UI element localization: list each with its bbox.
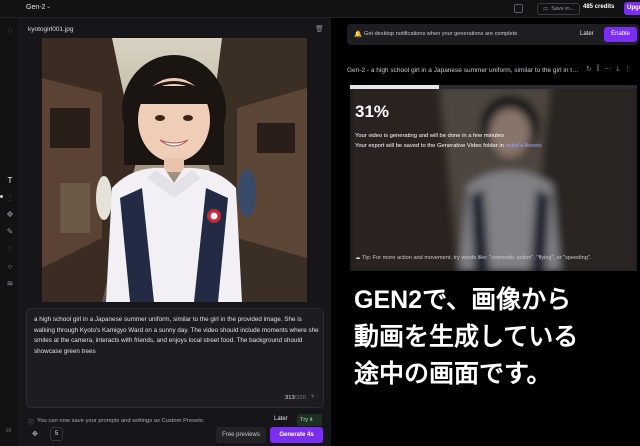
prompt-input[interactable]: a high school girl in a Japanese summer … xyxy=(26,308,324,408)
save-in-label: Save in... xyxy=(551,5,575,12)
split-icon[interactable]: ⫿ xyxy=(597,65,599,73)
chevron-down-icon[interactable]: ⌄ xyxy=(46,3,51,10)
folder-small-icon: ▭ xyxy=(543,5,549,12)
generation-preview: 31% Your video is generating and will be… xyxy=(350,85,637,271)
caption-line-3: 途中の画面です。 xyxy=(354,360,552,388)
generate-button[interactable]: Generate 4s xyxy=(270,427,323,443)
status-line-2-text: Your export will be saved to the Generat… xyxy=(355,143,506,149)
notification-banner: 🔔 Get desktop notifications when your ge… xyxy=(347,24,639,45)
more-icon[interactable]: ⋯ xyxy=(604,65,611,73)
top-bar: Gen-2 ⌄ ▭ Save in... 485 credits Upgrade xyxy=(0,0,640,18)
tip-icon: ☁ xyxy=(355,255,363,261)
motion-brush-icon[interactable]: ✥ xyxy=(32,430,38,438)
bell-icon: 🔔 xyxy=(354,31,363,38)
motion-icon[interactable]: ✥ xyxy=(5,210,15,220)
folder-icon[interactable] xyxy=(514,4,523,13)
upgrade-button[interactable]: Upgrade xyxy=(624,2,640,15)
rail-bottom-label: -16 xyxy=(4,428,12,434)
progress-percent: 31% xyxy=(355,102,390,121)
progress-fill xyxy=(350,85,439,89)
file-name: kyotogirl001.jpg xyxy=(28,26,74,33)
progress-bar xyxy=(350,85,637,89)
lightbulb-icon[interactable]: ♀ xyxy=(310,393,315,400)
left-rail: ◌ T ⫶ ✥ ✎ ◌ ○ ≋ -16 xyxy=(0,18,20,446)
tip-text: ☁ Tip: For more action and movement, try… xyxy=(355,255,591,261)
prompt-text[interactable]: a high school girl in a Japanese summer … xyxy=(34,315,320,357)
bottom-bar: ✥ 5 Free previews Generate 4s xyxy=(20,423,331,446)
generation-actions: ↻ ⫿ ⋯ ⤓ ⋮ xyxy=(586,65,631,73)
status-line-2: Your export will be saved to the Generat… xyxy=(355,143,542,149)
save-in-button[interactable]: ▭ Save in... xyxy=(537,3,581,15)
notification-text: Get desktop notifications when your gene… xyxy=(364,31,519,37)
brush-icon[interactable]: ✎ xyxy=(5,227,15,237)
app-title[interactable]: Gen-2 xyxy=(26,4,45,11)
download-icon[interactable]: ⤓ xyxy=(616,65,619,73)
layers-icon[interactable]: ≋ xyxy=(5,279,15,289)
motion-count[interactable]: 5 xyxy=(50,427,63,441)
overflow-icon[interactable]: ⋮ xyxy=(624,65,631,73)
preset-later-button[interactable]: Later xyxy=(274,416,288,422)
dashed-circle-icon[interactable]: ○ xyxy=(5,262,15,272)
notification-later-button[interactable]: Later xyxy=(580,31,594,37)
circle-icon[interactable]: ◌ xyxy=(5,26,15,36)
dotted-circle-icon[interactable]: ◌ xyxy=(5,244,15,254)
char-limit: /320 xyxy=(294,395,306,401)
tip-label: Tip: For more action and movement, try w… xyxy=(362,255,592,261)
refresh-icon[interactable]: ↻ xyxy=(586,65,592,73)
free-previews-button[interactable]: Free previews xyxy=(216,427,266,443)
caption-overlay: GEN2で、画像から 動画を生成している 途中の画面です。 xyxy=(354,282,578,393)
char-count-value: 313 xyxy=(285,395,295,401)
trash-icon[interactable]: 🗑 xyxy=(315,25,324,33)
sliders-icon[interactable]: ⫶ xyxy=(5,194,15,204)
char-count: 313/320 xyxy=(285,395,306,401)
caption-line-2: 動画を生成している xyxy=(354,323,579,351)
enable-notifications-button[interactable]: Enable xyxy=(604,27,637,42)
active-marker xyxy=(0,195,3,198)
left-panel: kyotogirl001.jpg 🗑 a high school girl in… xyxy=(20,18,331,446)
caption-line-1: GEN2で、画像から xyxy=(354,286,572,314)
credits-count: 485 credits xyxy=(583,4,615,10)
generation-title: Gen-2 - a high school girl in a Japanese… xyxy=(347,67,580,74)
status-line-1: Your video is generating and will be don… xyxy=(355,133,504,139)
assets-link[interactable]: mikio's Assets xyxy=(506,143,542,149)
text-icon[interactable]: T xyxy=(5,176,15,186)
source-image xyxy=(42,38,307,302)
